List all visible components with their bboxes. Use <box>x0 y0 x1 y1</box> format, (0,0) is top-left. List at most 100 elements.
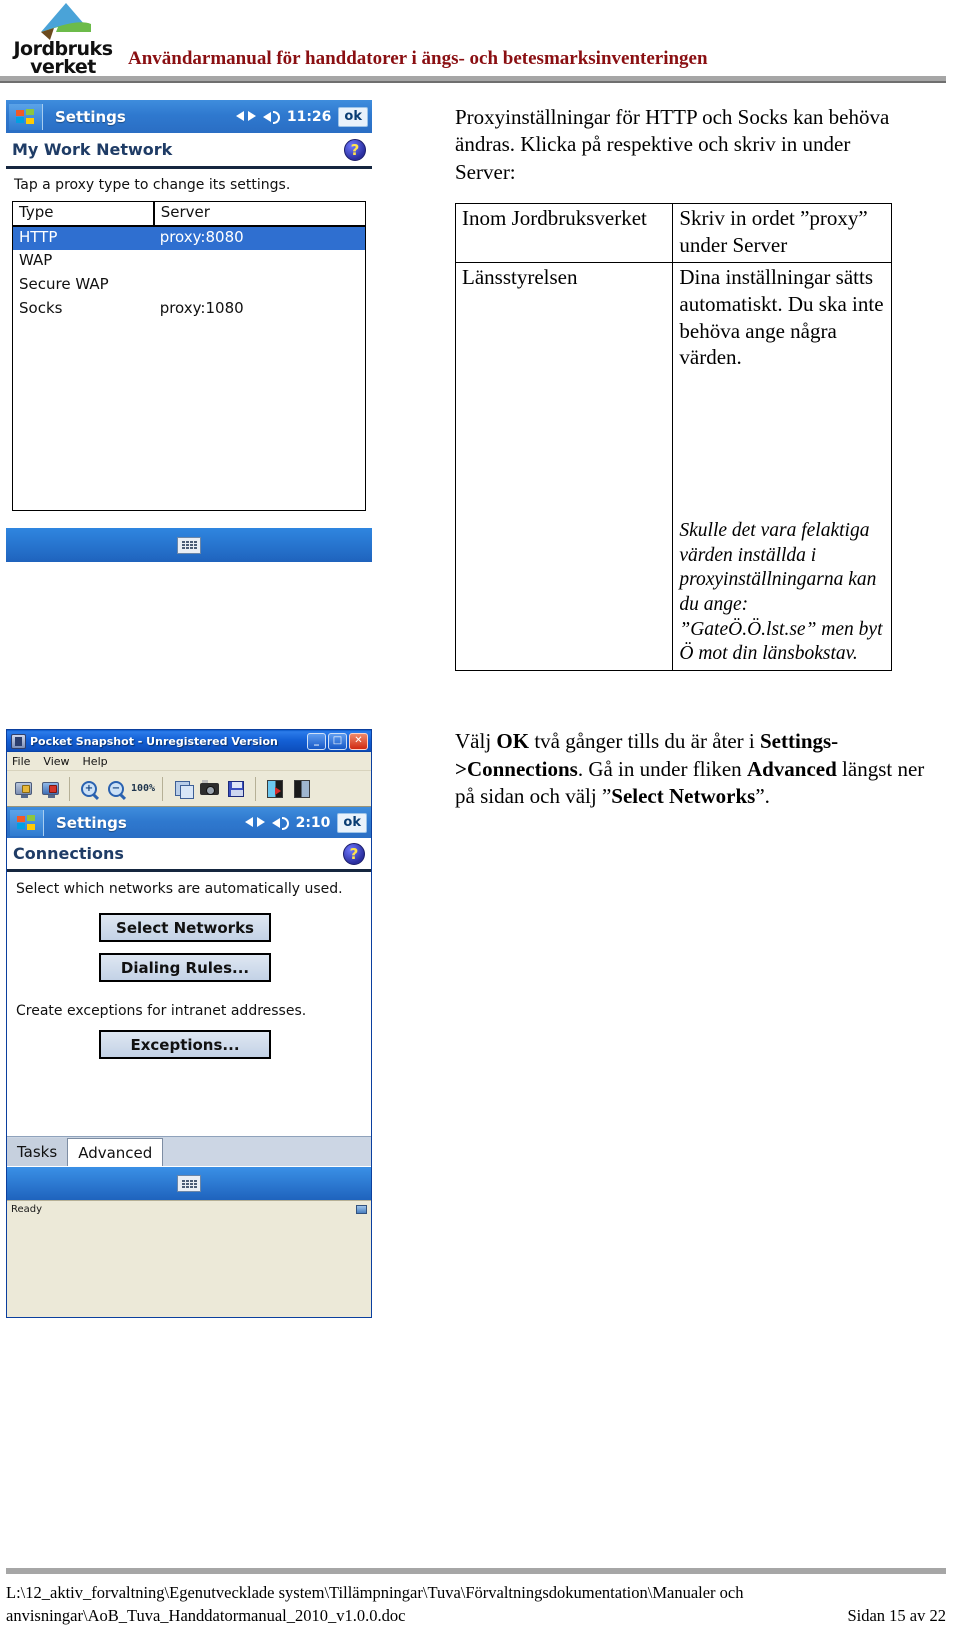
zoom-level-label: 100% <box>130 783 156 794</box>
cell-type: Socks <box>19 298 63 317</box>
speaker-icon[interactable] <box>271 815 289 830</box>
cell-server <box>154 250 366 274</box>
pocket-snapshot-canvas: Settings 2:10 ok Connections ? Select wh… <box>7 807 371 1200</box>
cell-org-jordbruksverket: Inom Jordbruksverket <box>454 203 674 263</box>
cell-action-text: Dina inställningar sätts automatiskt. Du… <box>679 264 884 370</box>
close-button[interactable]: ✕ <box>349 732 368 750</box>
zoom-out-icon[interactable]: − <box>104 777 128 801</box>
cell-empty <box>13 322 154 511</box>
cell-action-note: Skulle det vara felaktiga värden inställ… <box>679 520 883 665</box>
windows-flag-icon <box>15 108 36 125</box>
cell-empty <box>154 322 366 511</box>
header-divider <box>0 76 946 83</box>
cell-type: WAP <box>19 250 53 269</box>
pda2-ok-button[interactable]: ok <box>337 812 367 833</box>
screenshot-pocket-snapshot-window: Pocket Snapshot - Unregistered Version _… <box>6 729 372 1318</box>
pocket-snapshot-titlebar[interactable]: Pocket Snapshot - Unregistered Version _… <box>7 730 371 752</box>
instr-line2-e: ”. <box>755 784 770 809</box>
toolbar-separator <box>255 776 256 801</box>
pda1-soft-input-bar[interactable] <box>6 528 372 562</box>
status-text: Ready <box>11 1203 43 1215</box>
pocket-snapshot-statusbar: Ready <box>7 1200 371 1217</box>
exceptions-button[interactable]: Exceptions... <box>99 1030 271 1059</box>
network-connection-icon[interactable] <box>244 815 265 830</box>
pda1-clock[interactable]: 11:26 <box>287 109 332 125</box>
instr-line1-e: . <box>577 756 584 781</box>
table-row[interactable]: Socks proxy:1080 <box>13 298 366 322</box>
minimize-button[interactable]: _ <box>307 732 326 750</box>
instr-line2-a: Gå in under fliken <box>588 756 747 781</box>
speaker-icon[interactable] <box>262 109 280 124</box>
pda1-body: Tap a proxy type to change its settings.… <box>6 169 372 562</box>
pocket-snapshot-icon <box>11 733 26 749</box>
select-networks-button[interactable]: Select Networks <box>99 913 271 942</box>
maximize-button[interactable]: □ <box>328 732 347 750</box>
page-header: Jordbruks verket Användarmanual för hand… <box>0 0 960 88</box>
pda1-app-title: Settings <box>55 107 126 126</box>
capture-camera-icon[interactable] <box>197 777 221 801</box>
device-rotate-icon[interactable] <box>263 777 287 801</box>
network-connection-icon[interactable] <box>235 109 256 124</box>
start-button[interactable] <box>9 103 43 130</box>
instr-select-networks: Select Networks <box>611 784 756 809</box>
connections-description-1: Select which networks are automatically … <box>16 881 343 897</box>
connect-device-icon[interactable] <box>11 777 35 801</box>
table-row[interactable]: WAP <box>13 250 366 274</box>
column-header-type: Type <box>12 201 155 227</box>
disconnect-device-icon[interactable] <box>38 777 62 801</box>
cell-action-jordbruksverket: Skriv in ordet ”proxy” under Server <box>672 203 892 263</box>
jordbruksverket-logo-icon <box>41 3 91 42</box>
save-icon[interactable] <box>224 777 248 801</box>
start-button[interactable] <box>10 809 44 836</box>
table-header-row: Type Server <box>12 201 366 227</box>
instr-ok: OK <box>496 729 530 753</box>
pda1-ok-button[interactable]: ok <box>338 106 368 127</box>
keyboard-icon[interactable] <box>177 1175 201 1192</box>
pda1-hint-text: Tap a proxy type to change its settings. <box>14 177 291 193</box>
table-row[interactable]: Secure WAP <box>13 274 366 298</box>
tab-advanced[interactable]: Advanced <box>68 1138 164 1166</box>
intro-paragraph: Proxyinställningar för HTTP och Socks ka… <box>455 105 890 184</box>
cell-type: Secure WAP <box>19 274 109 293</box>
pda1-page-title: My Work Network <box>12 140 173 159</box>
tab-tasks[interactable]: Tasks <box>7 1138 69 1166</box>
table-row: Länsstyrelsen Dina inställningar sätts a… <box>454 261 892 671</box>
pda1-page-header: My Work Network ? <box>6 133 372 169</box>
page-footer: L:\12_aktiv_forvaltning\Egenutvecklade s… <box>6 1582 946 1628</box>
pocket-snapshot-toolbar: + − 100% <box>7 771 371 807</box>
screenshot-my-work-network: Settings 11:26 ok My Work Network ? Tap … <box>6 100 372 570</box>
instr-line1-a: Välj <box>455 729 497 753</box>
pda2-page-header: Connections ? <box>7 838 371 872</box>
instr-advanced: Advanced <box>746 756 837 781</box>
zoom-in-icon[interactable]: + <box>77 777 101 801</box>
connected-device-icon <box>356 1204 367 1214</box>
zoom-100-icon[interactable]: 100% <box>131 777 155 801</box>
pda2-tab-bar: Tasks Advanced <box>7 1136 371 1166</box>
pda2-soft-input-bar[interactable] <box>7 1167 371 1200</box>
document-header-title: Användarmanual för handdatorer i ängs- o… <box>128 48 708 69</box>
cell-server: proxy:8080 <box>153 225 366 250</box>
copy-icon[interactable] <box>170 777 194 801</box>
proxy-type-table: Type Server HTTP proxy:8080 WAP Secure W… <box>12 201 366 511</box>
cell-type: HTTP <box>12 225 154 250</box>
help-question-icon[interactable]: ? <box>343 842 365 865</box>
dialing-rules-button[interactable]: Dialing Rules... <box>99 953 271 982</box>
pocket-snapshot-menubar: File View Help <box>7 752 371 771</box>
help-question-icon[interactable]: ? <box>344 138 366 161</box>
pda2-app-title: Settings <box>56 813 127 832</box>
menu-item-file[interactable]: File <box>12 755 30 768</box>
proxy-instruction-table: Inom Jordbruksverket Skriv in ordet ”pro… <box>454 203 892 671</box>
cell-server: proxy:1080 <box>159 298 244 317</box>
keyboard-icon[interactable] <box>177 536 201 554</box>
footer-path-line-1: L:\12_aktiv_forvaltning\Egenutvecklade s… <box>6 1583 744 1602</box>
connections-description-2: Create exceptions for intranet addresses… <box>16 1003 307 1019</box>
menu-item-view[interactable]: View <box>43 755 69 768</box>
device-layout-icon[interactable] <box>290 777 314 801</box>
pda2-body: Select which networks are automatically … <box>7 872 371 1200</box>
toolbar-separator <box>162 776 163 801</box>
menu-item-help[interactable]: Help <box>83 755 108 768</box>
windows-flag-icon <box>16 814 37 831</box>
footer-path-line-2: anvisningar\AoB_Tuva_Handdatormanual_201… <box>6 1605 406 1625</box>
pda2-clock[interactable]: 2:10 <box>296 815 331 831</box>
table-row[interactable]: HTTP proxy:8080 <box>12 225 366 250</box>
